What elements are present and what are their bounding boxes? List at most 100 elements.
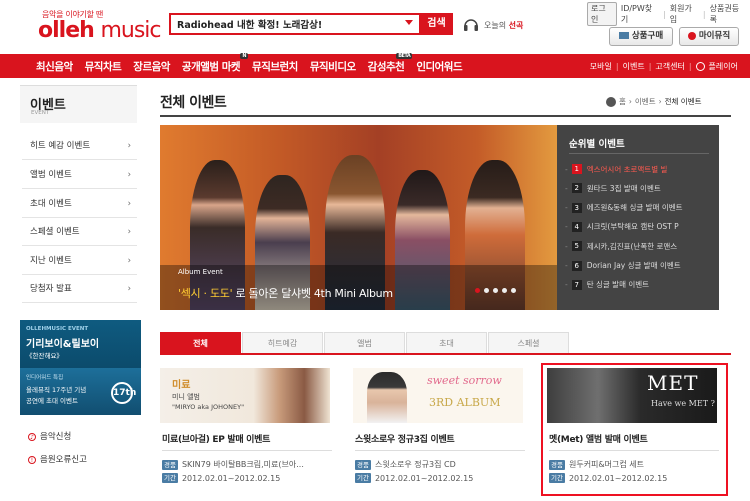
nav-event[interactable]: 이벤트	[623, 61, 645, 72]
event-card-title[interactable]: 미료(브아걸) EP 발매 이벤트	[162, 432, 270, 445]
nav-music-brunch[interactable]: 뮤직브런치	[246, 59, 304, 74]
ranking-panel: 순위별 이벤트 -1 엑스어시어 초로맥트별 빌 -2 원타드 3집 발매 이벤트 -3…	[557, 125, 719, 310]
nav-mobile[interactable]: 모바일	[590, 61, 612, 72]
search-input[interactable]	[177, 18, 397, 29]
bullet-dash: -	[565, 222, 568, 232]
sidebar-item-special[interactable]: 스페셜 이벤트 ›	[22, 218, 137, 246]
event-card[interactable]: sweet sorrow 3RD ALBUM 스윗소로우 정규3집 이벤트 경품…	[353, 368, 529, 483]
ranking-item[interactable]: -4 시크릿(부탁해요 캠탄 OST P	[565, 219, 717, 235]
home-icon[interactable]	[606, 96, 616, 107]
bullet-dash: -	[565, 183, 568, 193]
top-links: 로그인 ID/PW찾기 | 회원가입 | 상품권등록	[587, 2, 750, 26]
sidebar-item-invite[interactable]: 초대 이벤트 ›	[22, 190, 137, 218]
event-card[interactable]: 미료 미니 앨범 "MIRYO aka JOHONEY" 미료(브아걸) EP …	[160, 368, 336, 483]
carousel-dots	[475, 288, 516, 293]
event-card-title[interactable]: 스윗소로우 정규3집 이벤트	[355, 432, 455, 445]
login-button[interactable]: 로그인	[587, 2, 617, 26]
nav-genre-music[interactable]: 장르음악	[127, 59, 176, 74]
play-circle-icon	[695, 61, 705, 71]
tab-album[interactable]: 앨범	[324, 332, 405, 353]
banner-line2: 공연에 초대 이벤트	[26, 397, 78, 405]
event-card-image[interactable]: 미료 미니 앨범 "MIRYO aka JOHONEY"	[160, 368, 330, 423]
period-label: 기간	[162, 473, 178, 483]
ranking-divider	[569, 153, 709, 154]
chevron-right-icon: ›	[127, 170, 131, 180]
event-card-period: 기간 2012.02.01~2012.02.15	[162, 473, 280, 483]
buy-product-button[interactable]: 상품구매	[609, 27, 673, 46]
anniversary-badge: 17th	[111, 382, 136, 404]
nav-indie-award[interactable]: 인디어워드	[410, 59, 468, 74]
chevron-right-icon: ›	[127, 141, 131, 151]
chevron-right-icon: ›	[127, 227, 131, 237]
rank-title: 탄 싱글 발매 이벤트	[586, 280, 650, 290]
gift-label: 경품	[549, 459, 565, 470]
main-nav: 최신음악 뮤직차트 장르음악 공개앨범 마켓 N 뮤직브런치 뮤직비디오 감성추천…	[0, 52, 750, 78]
nav-latest-music[interactable]: 최신음악	[30, 59, 79, 74]
nav-customer-center[interactable]: 고객센터	[655, 61, 684, 72]
event-card-title[interactable]: 멧(Met) 앨범 발매 이벤트	[549, 432, 648, 445]
breadcrumb: 홈 › 이벤트 › 전체 이벤트	[606, 96, 702, 107]
sidebar-item-hit[interactable]: 히트 예감 이벤트 ›	[22, 132, 137, 160]
mymusic-label: 마이뮤직	[698, 31, 731, 41]
hero-banner[interactable]: Album Event '섹시 · 도도' 로 돌아온 달샤벳 4th Mini…	[160, 125, 557, 310]
title-divider	[160, 115, 731, 117]
ranking-item[interactable]: -7 탄 싱글 발매 이벤트	[565, 277, 717, 293]
find-id-pw-link[interactable]: ID/PW찾기	[617, 3, 663, 25]
ranking-item[interactable]: -6 Dorian Jay 싱글 발매 이벤트	[565, 258, 717, 274]
olleh-music-logo[interactable]: olleh music	[38, 18, 162, 43]
sidebar-item-album[interactable]: 앨범 이벤트 ›	[22, 161, 137, 189]
nav-label: 공개앨범 마켓	[181, 60, 241, 73]
nav-mood-recommend[interactable]: 감성추천 BETA	[362, 52, 413, 74]
tab-hit[interactable]: 히트예감	[242, 332, 323, 353]
nav-player[interactable]: 플레이어	[709, 61, 738, 72]
carousel-dot[interactable]	[511, 288, 516, 293]
bullet-dash: -	[565, 203, 568, 213]
carousel-dot[interactable]	[484, 288, 489, 293]
error-report-link[interactable]: ! 음원오류신고	[28, 453, 87, 465]
rank-title: 시크릿(부탁해요 캠탄 OST P	[586, 222, 679, 232]
ranking-item[interactable]: -2 원타드 3집 발매 이벤트	[565, 180, 717, 196]
event-banner[interactable]: OLLEHMUSIC EVENT 기리보이&릴보이 《한잔해요》 인디어워드 특…	[20, 320, 141, 415]
rank-number: 7	[571, 279, 582, 290]
carousel-dot[interactable]	[493, 288, 498, 293]
signup-link[interactable]: 회원가입	[666, 3, 703, 25]
ranking-item[interactable]: -3 에즈원&동해 싱글 발매 이벤트	[565, 200, 717, 216]
tab-invite[interactable]: 초대	[406, 332, 487, 353]
sidebar-item-past[interactable]: 지난 이벤트 ›	[22, 247, 137, 275]
event-card-image[interactable]: sweet sorrow 3RD ALBUM	[353, 368, 523, 423]
ranking-item[interactable]: -5 제시카,김진표(난폭한 로맨스	[565, 238, 717, 254]
rank-number: 2	[571, 183, 582, 194]
search-box	[169, 13, 421, 35]
sidebar-item-label: 초대 이벤트	[30, 199, 72, 209]
dropdown-caret-icon[interactable]	[405, 20, 413, 25]
card-image-title: MET	[647, 371, 699, 395]
bullet-dash: -	[565, 164, 568, 174]
nav-open-album-market[interactable]: 공개앨범 마켓 N	[176, 52, 249, 74]
mymusic-button[interactable]: 마이뮤직	[679, 27, 739, 46]
banner-subtitle: 《한잔해요》	[26, 352, 63, 360]
nav-music-video[interactable]: 뮤직비디오	[304, 59, 362, 74]
sidebar-item-winners[interactable]: 당첨자 발표 ›	[22, 275, 137, 303]
ranking-item[interactable]: -1 엑스어시어 초로맥트별 빌	[565, 161, 717, 177]
event-card[interactable]: MET Have we MET ? 멧(Met) 앨범 발매 이벤트 경품 원두커…	[547, 368, 723, 483]
event-card-image[interactable]: MET Have we MET ?	[547, 368, 717, 423]
tab-all[interactable]: 전체	[160, 332, 241, 353]
event-card-gift: 경품 스윗소로우 정규3집 CD	[355, 459, 456, 470]
sidebar-item-label: 히트 예감 이벤트	[30, 141, 91, 151]
music-request-link[interactable]: ♪ 음악신청	[28, 430, 71, 442]
gift-card-link[interactable]: 상품권등록	[706, 3, 750, 25]
today-choice-link[interactable]: 오늘의 선곡	[484, 20, 523, 31]
divider: |	[615, 61, 619, 71]
carousel-dot[interactable]	[475, 288, 480, 293]
search-button[interactable]: 검색	[420, 13, 453, 35]
breadcrumb-event[interactable]: 이벤트	[635, 96, 656, 107]
breadcrumb-sep: ›	[628, 97, 632, 106]
tab-special[interactable]: 스페셜	[488, 332, 569, 353]
nav-music-chart[interactable]: 뮤직차트	[79, 59, 128, 74]
carousel-dot[interactable]	[502, 288, 507, 293]
gift-value: SKIN79 바이탈BB크림,미료(브아...	[181, 460, 304, 469]
card-artist-portrait	[367, 372, 407, 423]
card-divider	[355, 450, 525, 451]
gift-value: 원두커피&머그컵 세트	[568, 460, 644, 469]
breadcrumb-home[interactable]: 홈	[619, 96, 626, 107]
